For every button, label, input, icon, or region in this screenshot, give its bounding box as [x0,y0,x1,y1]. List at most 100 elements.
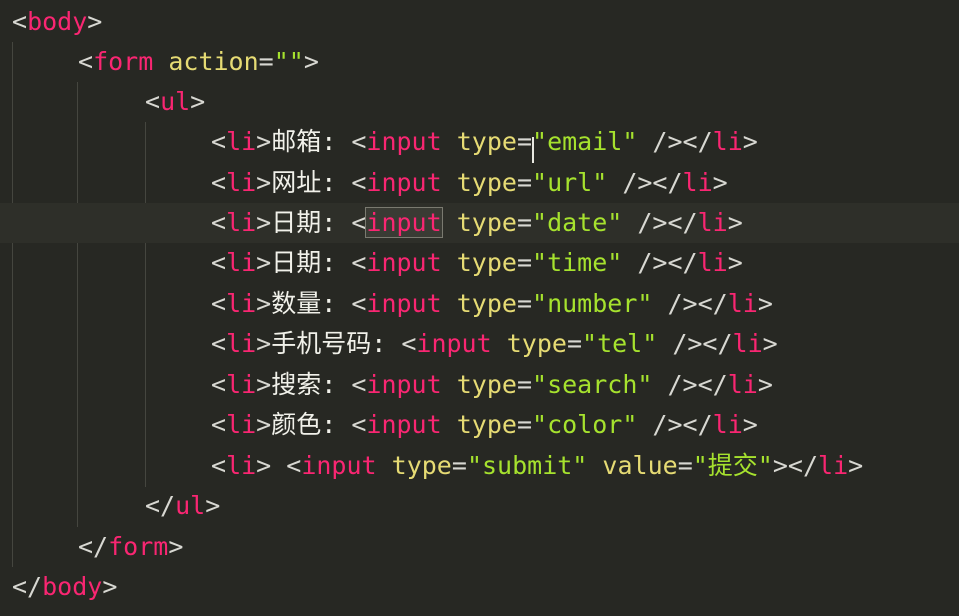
code-line[interactable]: </ul> [12,486,220,526]
code-token: < [145,87,161,116]
code-token: < [211,208,227,237]
code-line[interactable]: <li>搜索: <input type="search" /></li> [12,365,773,405]
code-token: "search" [532,370,653,399]
code-line[interactable]: <form action=""> [12,42,319,82]
code-token: li [226,329,257,358]
code-token: "提交" [692,451,773,480]
code-token: type [456,208,517,237]
code-line[interactable]: </form> [12,527,183,567]
code-token: > [190,87,206,116]
code-token: < [211,370,227,399]
code-editor[interactable]: <body> <form action=""> <ul> <li>邮箱: <input… [0,0,959,616]
code-token: type [456,410,517,439]
code-token: < [351,248,367,277]
code-token: < [12,7,28,36]
code-line[interactable]: <li> <input type="submit" value="提交"></l… [12,446,863,486]
code-token: form [108,532,169,561]
code-line-content: <li>日期: <input type="time" /></li> [211,248,743,277]
code-line-content: </ul> [145,491,220,520]
code-line[interactable]: <li>手机号码: <input type="tel" /></li> [12,324,778,364]
code-token: type [456,168,517,197]
code-token: = [677,451,693,480]
code-token: li [712,127,743,156]
code-token: type [456,370,517,399]
code-token: /></ [607,168,683,197]
code-line[interactable]: <li>日期: <input type="time" /></li> [12,243,743,283]
code-token: "date" [532,208,623,237]
code-token: > [727,248,743,277]
code-token: > [256,127,272,156]
code-line[interactable]: <ul> [12,82,205,122]
code-token: > [742,127,758,156]
code-line-content: <li>网址: <input type="url" /></li> [211,168,728,197]
code-token: > [256,410,272,439]
code-token: > [87,7,103,36]
code-token: li [226,208,257,237]
code-token: > [256,248,272,277]
code-token: "" [273,47,304,76]
code-token: > [762,329,778,358]
code-line[interactable]: <li>日期: <input type="date" /></li> [0,203,959,243]
code-token: < [211,410,227,439]
code-token: /></ [637,127,713,156]
code-token: li [682,168,713,197]
code-line[interactable]: <body> [12,2,102,42]
code-token: /></ [652,370,728,399]
code-token: < [211,289,227,318]
code-line[interactable]: <li>网址: <input type="url" /></li> [12,163,728,203]
code-token: li [712,410,743,439]
code-token: = [516,208,533,237]
code-token: < [211,329,227,358]
code-line[interactable]: <li>数量: <input type="number" /></li> [12,284,773,324]
code-token: </ [78,532,109,561]
code-token: /></ [637,410,713,439]
code-token: < [351,289,367,318]
code-token: < [401,329,417,358]
code-token: = [451,451,467,480]
code-token: "number" [532,289,653,318]
code-token: < [211,127,227,156]
code-token: li [226,451,257,480]
code-token: "time" [532,248,623,277]
code-token: type [506,329,567,358]
code-token: li [697,248,728,277]
code-line[interactable]: <li>邮箱: <input type="email" /></li> [12,122,758,162]
code-token: </ [12,572,43,601]
code-token: = [516,168,533,197]
code-line[interactable]: <li>颜色: <input type="color" /></li> [12,405,758,445]
code-token: 邮箱: [271,127,352,156]
code-token: = [516,410,533,439]
code-token: > [727,208,743,237]
code-token: li [727,370,758,399]
code-token: > [205,491,221,520]
code-token: > [757,289,773,318]
code-token: 日期: [271,208,352,237]
code-token: > [256,329,272,358]
code-token: < [211,451,227,480]
code-token: < [351,208,367,237]
code-token: = [516,127,533,156]
code-token: "tel" [582,329,658,358]
code-token: type [456,289,517,318]
code-line[interactable]: </body> [12,567,117,607]
code-token: > [256,370,272,399]
code-line-content: <li>搜索: <input type="search" /></li> [211,370,773,399]
code-token: body [27,7,88,36]
code-token: > [742,410,758,439]
code-token: body [42,572,103,601]
code-token: > [168,532,184,561]
code-token: > [848,451,864,480]
code-token: li [226,370,257,399]
code-token: type [456,127,517,156]
code-line-content: </form> [78,532,183,561]
code-token: input [301,451,377,480]
code-token: ></ [772,451,819,480]
code-line-content: <form action=""> [78,47,319,76]
